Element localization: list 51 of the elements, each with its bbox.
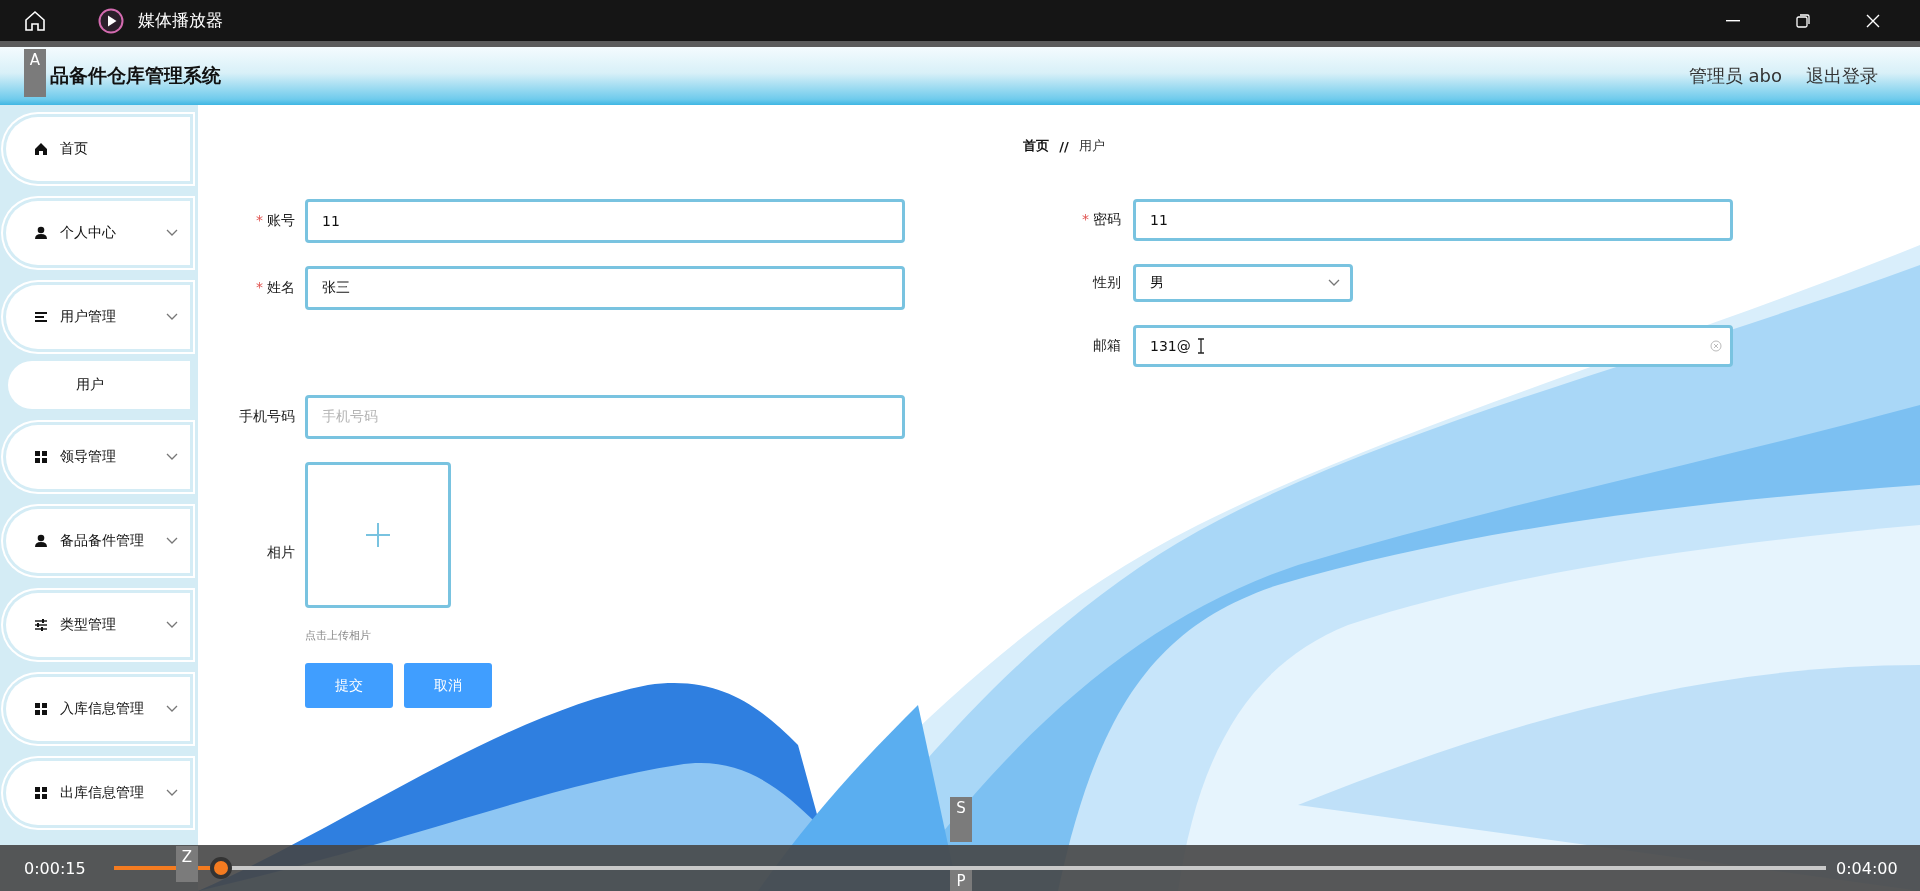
key-hint: A [24, 49, 46, 97]
user-name: 管理员 abo [1688, 64, 1782, 88]
list-icon [34, 310, 48, 324]
chevron-down-icon [166, 537, 178, 545]
chevron-down-icon [166, 705, 178, 713]
chevron-down-icon [166, 621, 178, 629]
field-label: * 密码 [1081, 211, 1122, 229]
breadcrumb-separator: // [1059, 138, 1069, 154]
key-hint: S [950, 797, 972, 842]
chevron-down-icon [166, 313, 178, 321]
text-cursor-icon [1196, 338, 1205, 354]
input-field[interactable]: 张三 [305, 266, 905, 310]
field-label: 手机号码 [238, 408, 296, 426]
close-icon [1866, 13, 1880, 28]
upload-hint: 点击上传相片 [305, 628, 372, 643]
app-title: 品备件仓库管理系统 [50, 63, 221, 88]
person-icon [34, 226, 48, 240]
elapsed-time: 0:00:15 [24, 858, 87, 878]
window-title: 媒体播放器 [138, 9, 223, 32]
input-field[interactable]: 11 [1133, 199, 1733, 241]
gender-select[interactable]: 男 [1133, 264, 1353, 302]
home-icon[interactable] [24, 9, 46, 32]
total-time: 0:04:00 [1836, 858, 1898, 878]
sidebar-subitem[interactable]: 用户 [8, 361, 190, 409]
breadcrumb-item: 用户 [1078, 137, 1105, 155]
minimize-icon [1726, 19, 1740, 22]
sliders-icon [34, 618, 48, 632]
field-label: * 姓名 [255, 279, 296, 297]
field-label: 邮箱 [1092, 337, 1122, 355]
grid-icon [34, 702, 48, 716]
home-icon [34, 142, 48, 156]
person-icon [34, 534, 48, 548]
field-label: 性别 [1091, 274, 1122, 292]
grid-icon [34, 786, 48, 800]
seek-thumb[interactable] [210, 857, 232, 879]
input-field[interactable]: 11 [305, 199, 905, 243]
field-label: * 账号 [255, 212, 296, 230]
chevron-down-icon [166, 453, 178, 461]
grid-icon [34, 450, 48, 464]
field-label: 相片 [266, 543, 296, 562]
key-hint: P [950, 870, 972, 891]
key-hint: Z [176, 846, 198, 882]
input-field[interactable]: 131@ [1133, 325, 1733, 367]
logout-link[interactable]: 退出登录 [1806, 64, 1878, 88]
restore-icon [1796, 13, 1810, 28]
plus-icon [366, 523, 390, 547]
chevron-down-icon [166, 229, 178, 237]
breadcrumb-item[interactable]: 首页 [1023, 137, 1050, 155]
play-icon [98, 7, 124, 34]
chevron-down-icon [166, 789, 178, 797]
chevron-down-icon [1328, 279, 1340, 287]
